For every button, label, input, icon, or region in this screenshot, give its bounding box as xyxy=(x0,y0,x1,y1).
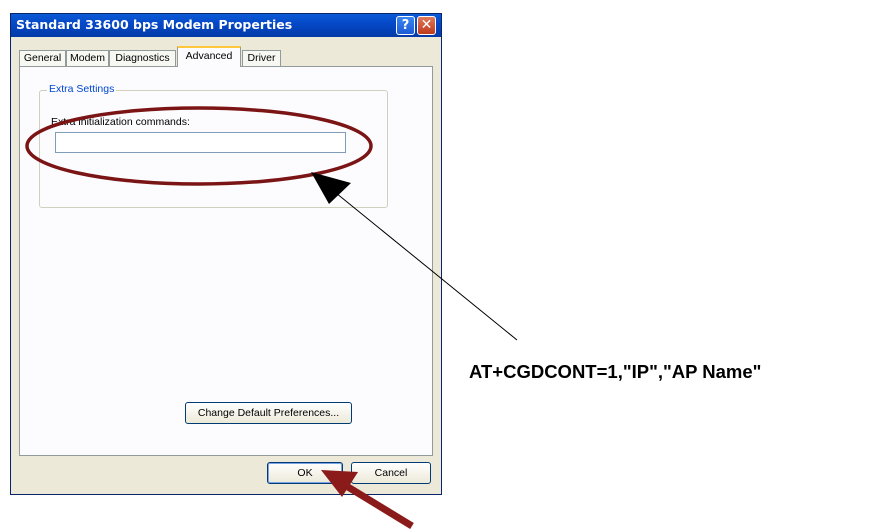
annotation-overlay xyxy=(25,106,518,529)
at-command-callout: AT+CGDCONT=1,"IP","AP Name" xyxy=(469,361,762,382)
tab-advanced[interactable]: Advanced xyxy=(177,46,241,67)
ok-pointer-arrow-shaft xyxy=(346,484,414,529)
highlight-ellipse xyxy=(25,106,373,186)
callout-arrowhead xyxy=(311,172,351,204)
callout-leader-line xyxy=(335,192,518,341)
